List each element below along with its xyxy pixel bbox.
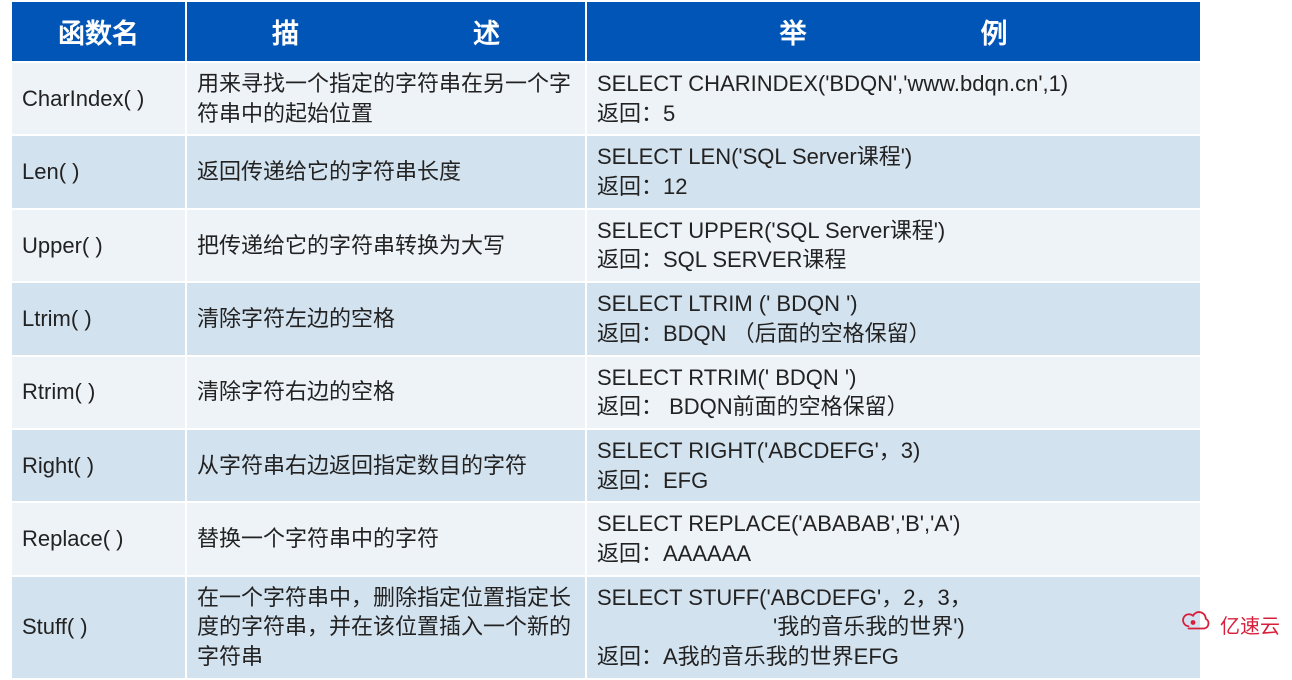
cell-function-name: CharIndex( ) [11, 62, 186, 135]
table-row: Right( ) 从字符串右边返回指定数目的字符 SELECT RIGHT('A… [11, 429, 1201, 502]
cell-description: 在一个字符串中，删除指定位置指定长度的字符串，并在该位置插入一个新的字符串 [186, 576, 586, 679]
table-row: Stuff( ) 在一个字符串中，删除指定位置指定长度的字符串，并在该位置插入一… [11, 576, 1201, 679]
cloud-icon [1178, 609, 1214, 639]
cell-example: SELECT LTRIM (' BDQN ') 返回：BDQN （后面的空格保留… [586, 282, 1201, 355]
cell-description: 清除字符左边的空格 [186, 282, 586, 355]
cell-example: SELECT REPLACE('ABABAB','B','A') 返回：AAAA… [586, 502, 1201, 575]
cell-example: SELECT STUFF('ABCDEFG'，2，3， '我的音乐我的世界') … [586, 576, 1201, 679]
cell-description: 从字符串右边返回指定数目的字符 [186, 429, 586, 502]
cell-description: 用来寻找一个指定的字符串在另一个字符串中的起始位置 [186, 62, 586, 135]
table-header-row: 函数名 描 述 举 例 [11, 1, 1201, 62]
cell-function-name: Len( ) [11, 135, 186, 208]
table-row: Upper( ) 把传递给它的字符串转换为大写 SELECT UPPER('SQ… [11, 209, 1201, 282]
table-row: Ltrim( ) 清除字符左边的空格 SELECT LTRIM (' BDQN … [11, 282, 1201, 355]
cell-example: SELECT LEN('SQL Server课程') 返回：12 [586, 135, 1201, 208]
cell-function-name: Replace( ) [11, 502, 186, 575]
cell-function-name: Rtrim( ) [11, 356, 186, 429]
watermark-text: 亿速云 [1220, 610, 1280, 639]
table-row: Replace( ) 替换一个字符串中的字符 SELECT REPLACE('A… [11, 502, 1201, 575]
cell-function-name: Upper( ) [11, 209, 186, 282]
table-row: Rtrim( ) 清除字符右边的空格 SELECT RTRIM(' BDQN '… [11, 356, 1201, 429]
cell-example: SELECT RIGHT('ABCDEFG'，3) 返回：EFG [586, 429, 1201, 502]
cell-function-name: Ltrim( ) [11, 282, 186, 355]
function-reference-table: 函数名 描 述 举 例 CharIndex( ) 用来寻找一个指定的字符串在另一… [10, 0, 1202, 680]
table-row: CharIndex( ) 用来寻找一个指定的字符串在另一个字符串中的起始位置 S… [11, 62, 1201, 135]
table-row: Len( ) 返回传递给它的字符串长度 SELECT LEN('SQL Serv… [11, 135, 1201, 208]
header-description: 描 述 [186, 1, 586, 62]
cell-description: 替换一个字符串中的字符 [186, 502, 586, 575]
cell-function-name: Stuff( ) [11, 576, 186, 679]
header-example: 举 例 [586, 1, 1201, 62]
cell-example: SELECT RTRIM(' BDQN ') 返回： BDQN前面的空格保留） [586, 356, 1201, 429]
watermark: 亿速云 [1178, 609, 1280, 639]
header-function-name: 函数名 [11, 1, 186, 62]
cell-function-name: Right( ) [11, 429, 186, 502]
cell-description: 把传递给它的字符串转换为大写 [186, 209, 586, 282]
cell-example: SELECT CHARINDEX('BDQN','www.bdqn.cn',1)… [586, 62, 1201, 135]
cell-description: 清除字符右边的空格 [186, 356, 586, 429]
cell-example: SELECT UPPER('SQL Server课程') 返回：SQL SERV… [586, 209, 1201, 282]
cell-description: 返回传递给它的字符串长度 [186, 135, 586, 208]
